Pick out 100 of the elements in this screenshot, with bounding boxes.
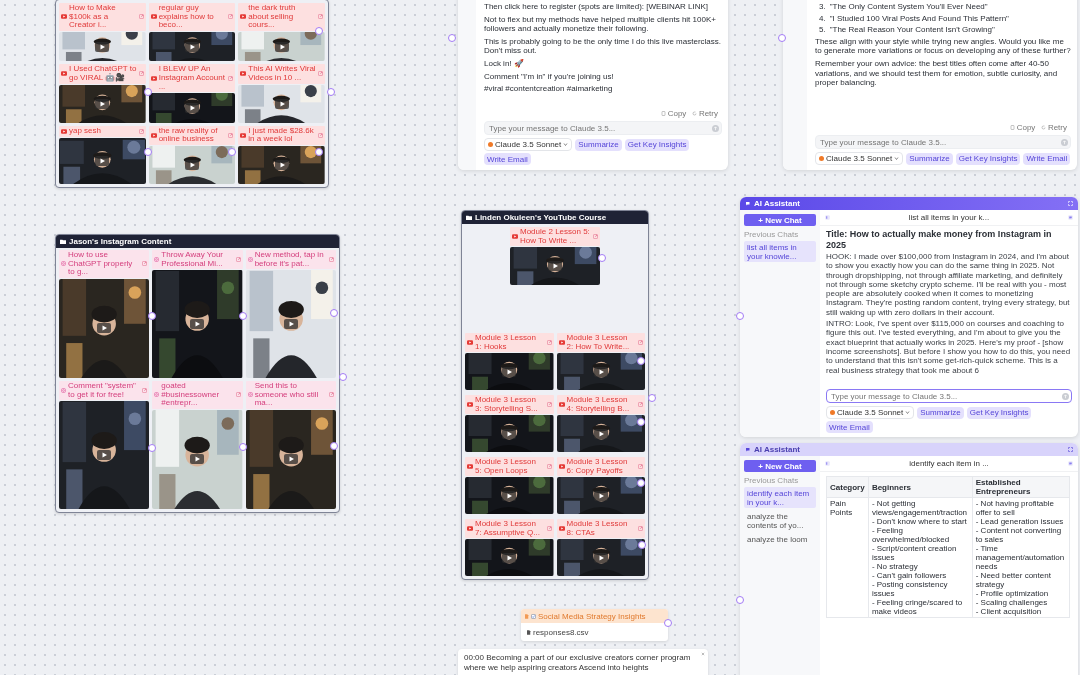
external-link-icon[interactable] xyxy=(138,71,144,77)
chat-history-item[interactable]: analyze the contents of yo... xyxy=(744,510,816,531)
external-link-icon[interactable] xyxy=(638,464,643,470)
expand-icon[interactable] xyxy=(1068,447,1073,452)
connection-handle[interactable] xyxy=(327,88,335,96)
connection-handle[interactable] xyxy=(315,148,323,156)
connection-handle[interactable] xyxy=(148,444,156,452)
sidebar-icon[interactable] xyxy=(825,215,830,220)
external-link-icon[interactable] xyxy=(235,257,241,263)
retry-button[interactable]: Retry xyxy=(1041,123,1067,132)
model-selector[interactable]: Claude 3.5 Sonnet xyxy=(484,138,573,151)
play-button[interactable] xyxy=(274,41,289,52)
external-link-icon[interactable] xyxy=(318,14,323,20)
external-link-icon[interactable] xyxy=(142,261,148,267)
external-link-icon[interactable] xyxy=(235,392,241,398)
external-link-icon[interactable] xyxy=(138,14,144,20)
play-button[interactable] xyxy=(502,552,517,563)
external-link-icon[interactable] xyxy=(329,257,334,263)
play-button[interactable] xyxy=(274,98,289,109)
external-link-icon[interactable] xyxy=(329,392,334,398)
connection-handle[interactable] xyxy=(228,148,236,156)
play-button[interactable] xyxy=(185,102,199,113)
external-link-icon[interactable] xyxy=(593,234,598,240)
play-button[interactable] xyxy=(283,454,298,465)
play-button[interactable] xyxy=(95,98,110,109)
connection-handle[interactable] xyxy=(144,88,152,96)
connection-handle[interactable] xyxy=(736,312,744,320)
connection-handle[interactable] xyxy=(637,357,645,365)
play-button[interactable] xyxy=(95,41,110,52)
play-button[interactable] xyxy=(502,428,517,439)
play-button[interactable] xyxy=(548,261,562,272)
new-chat-button[interactable]: + New Chat xyxy=(744,214,816,226)
suggestion-chip[interactable]: Get Key Insights xyxy=(955,152,1021,165)
suggestion-chip[interactable]: Write Email xyxy=(1023,152,1071,165)
connection-handle[interactable] xyxy=(239,312,247,320)
connection-handle[interactable] xyxy=(148,312,156,320)
external-link-icon[interactable] xyxy=(138,128,144,134)
close-icon[interactable] xyxy=(701,652,705,656)
external-link-icon[interactable] xyxy=(546,526,552,532)
play-button[interactable] xyxy=(593,490,608,501)
connection-handle[interactable] xyxy=(144,148,152,156)
model-selector[interactable]: Claude 3.5 Sonnet xyxy=(815,152,904,165)
play-button[interactable] xyxy=(190,319,205,330)
suggestion-chip[interactable]: Summarize xyxy=(906,152,953,165)
suggestion-chip[interactable]: Summarize xyxy=(575,138,622,151)
play-button[interactable] xyxy=(97,450,112,461)
external-link-icon[interactable] xyxy=(228,14,234,20)
connection-handle[interactable] xyxy=(239,443,247,451)
external-link-icon[interactable] xyxy=(228,132,234,138)
external-link-icon[interactable] xyxy=(546,402,552,408)
suggestion-chip[interactable]: Summarize xyxy=(917,406,964,419)
external-link-icon[interactable] xyxy=(638,402,643,408)
connection-handle[interactable] xyxy=(598,254,606,262)
connection-handle[interactable] xyxy=(330,309,338,317)
message-input[interactable]: Type your message to Claude 3.5... xyxy=(826,389,1072,403)
play-button[interactable] xyxy=(190,454,205,465)
external-link-icon[interactable] xyxy=(546,464,552,470)
play-button[interactable] xyxy=(185,159,199,170)
connection-handle[interactable] xyxy=(638,541,646,549)
external-link-icon[interactable] xyxy=(546,340,552,346)
new-chat-button[interactable]: + New Chat xyxy=(744,460,816,472)
connection-handle[interactable] xyxy=(664,619,672,627)
copy-button[interactable]: Copy xyxy=(661,109,687,118)
suggestion-chip[interactable]: Write Email xyxy=(484,153,531,165)
external-link-icon[interactable] xyxy=(228,75,234,81)
play-button[interactable] xyxy=(185,41,199,52)
chat-history-item[interactable]: list all items in your knowle... xyxy=(744,241,816,262)
play-button[interactable] xyxy=(593,366,608,377)
connection-handle[interactable] xyxy=(339,373,347,381)
suggestion-chip[interactable]: Get Key Insights xyxy=(624,138,690,151)
play-button[interactable] xyxy=(283,319,298,330)
play-button[interactable] xyxy=(593,428,608,439)
model-selector[interactable]: Claude 3.5 Sonnet xyxy=(826,406,915,419)
external-link-icon[interactable] xyxy=(638,340,643,346)
connection-handle[interactable] xyxy=(778,34,786,42)
external-link-icon[interactable] xyxy=(638,526,643,532)
external-link-icon[interactable] xyxy=(318,132,323,138)
connection-handle[interactable] xyxy=(315,27,323,35)
connection-handle[interactable] xyxy=(448,34,456,42)
external-link-icon[interactable] xyxy=(318,71,323,77)
suggestion-chip[interactable]: Get Key Insights xyxy=(966,406,1032,419)
connection-handle[interactable] xyxy=(736,596,744,604)
connection-handle[interactable] xyxy=(648,394,656,402)
play-button[interactable] xyxy=(95,155,110,166)
play-button[interactable] xyxy=(97,323,112,334)
play-button[interactable] xyxy=(502,490,517,501)
chat-history-item[interactable]: identify each item in your k... xyxy=(744,487,816,508)
chat-icon[interactable] xyxy=(1068,215,1073,220)
chat-icon[interactable] xyxy=(1068,461,1073,466)
sidebar-icon[interactable] xyxy=(825,461,830,466)
chat-history-item[interactable]: analyze the loom xyxy=(744,533,816,545)
external-link-icon[interactable] xyxy=(142,388,148,394)
suggestion-chip[interactable]: Write Email xyxy=(826,421,873,433)
connection-handle[interactable] xyxy=(330,442,338,450)
play-button[interactable] xyxy=(502,366,517,377)
connection-handle[interactable] xyxy=(637,479,645,487)
play-button[interactable] xyxy=(274,159,289,170)
connection-handle[interactable] xyxy=(637,418,645,426)
play-button[interactable] xyxy=(593,552,608,563)
copy-button[interactable]: Copy xyxy=(1010,123,1036,132)
